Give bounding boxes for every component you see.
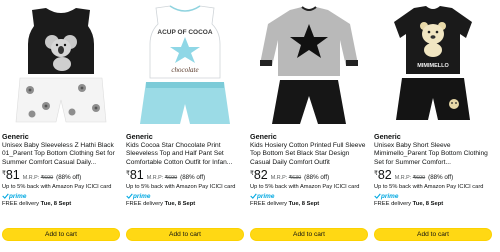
product-title[interactable]: Unisex Baby Sleeveless Z Hathi Black 01_… bbox=[2, 142, 120, 167]
delivery-prefix: FREE delivery bbox=[126, 201, 165, 207]
discount-text: (88% off) bbox=[180, 174, 206, 181]
bear-outfit-image: MIMIMELLO bbox=[394, 6, 472, 120]
delivery-date: Tue, 8 Sept bbox=[288, 201, 320, 207]
mrp-value: ₹630 bbox=[288, 175, 302, 181]
discount-text: (88% off) bbox=[56, 174, 82, 181]
prime-check-icon bbox=[126, 193, 133, 199]
prime-label: prime bbox=[133, 192, 151, 200]
cashback-offer: Up to 5% back with Amazon Pay ICICI card bbox=[126, 184, 236, 190]
product-card[interactable]: ACUP OF COCOA chocolate Generic Kids Coc… bbox=[126, 0, 244, 252]
cashback-offer: Up to 5% back with Amazon Pay ICICI card bbox=[250, 184, 360, 190]
delivery-prefix: FREE delivery bbox=[2, 201, 41, 207]
mrp-label: M.R.P: ₹699 bbox=[147, 175, 177, 181]
product-title[interactable]: Kids Cocoa Star Chocolate Print Sleevele… bbox=[126, 142, 244, 167]
prime-badge: prime bbox=[374, 192, 492, 200]
prime-label: prime bbox=[9, 192, 27, 200]
print-text: MIMIMELLO bbox=[417, 63, 449, 69]
prime-badge: prime bbox=[2, 192, 120, 200]
print-bottom-text: chocolate bbox=[171, 66, 198, 74]
delivery-date: Tue, 8 Sept bbox=[164, 201, 196, 207]
price-line: ₹ 82 M.R.P: ₹699 (88% off) bbox=[374, 169, 492, 182]
mrp-value: ₹699 bbox=[164, 175, 178, 181]
price-line: ₹ 81 M.R.P: ₹699 (88% off) bbox=[2, 169, 120, 182]
product-brand: Generic bbox=[250, 132, 277, 141]
grey-star-outfit-image bbox=[260, 6, 358, 124]
prime-label: prime bbox=[381, 192, 399, 200]
delivery-info: FREE delivery Tue, 8 Sept bbox=[250, 201, 368, 208]
mrp-label: M.R.P: ₹699 bbox=[395, 175, 425, 181]
prime-check-icon bbox=[374, 193, 381, 199]
prime-badge: prime bbox=[250, 192, 368, 200]
delivery-info: FREE delivery Tue, 8 Sept bbox=[374, 201, 492, 208]
add-to-cart-button[interactable]: Add to cart bbox=[374, 228, 492, 241]
mrp-value: ₹699 bbox=[40, 175, 54, 181]
delivery-prefix: FREE delivery bbox=[374, 201, 413, 207]
delivery-date: Tue, 8 Sept bbox=[40, 201, 72, 207]
product-grid: Generic Unisex Baby Sleeveless Z Hathi B… bbox=[0, 0, 500, 252]
price-line: ₹ 81 M.R.P: ₹699 (88% off) bbox=[126, 169, 244, 182]
price-line: ₹ 82 M.R.P: ₹630 (88% off) bbox=[250, 169, 368, 182]
add-to-cart-button[interactable]: Add to cart bbox=[250, 228, 368, 241]
cocoa-star-outfit-image: ACUP OF COCOA chocolate bbox=[140, 5, 230, 124]
add-to-cart-button[interactable]: Add to cart bbox=[126, 228, 244, 241]
product-card[interactable]: Generic Unisex Baby Sleeveless Z Hathi B… bbox=[2, 0, 120, 252]
prime-check-icon bbox=[250, 193, 257, 199]
prime-check-icon bbox=[2, 193, 9, 199]
discount-text: (88% off) bbox=[304, 174, 330, 181]
cashback-offer: Up to 5% back with Amazon Pay ICICI card bbox=[2, 184, 112, 190]
product-image[interactable]: MIMIMELLO bbox=[374, 4, 492, 128]
product-price: 81 bbox=[5, 168, 20, 182]
delivery-info: FREE delivery Tue, 8 Sept bbox=[126, 201, 244, 208]
product-brand: Generic bbox=[374, 132, 401, 141]
product-image[interactable] bbox=[250, 4, 368, 128]
product-price: 81 bbox=[129, 168, 144, 182]
product-image[interactable]: ACUP OF COCOA chocolate bbox=[126, 4, 244, 128]
product-brand: Generic bbox=[2, 132, 29, 141]
prime-badge: prime bbox=[126, 192, 244, 200]
mrp-label-text: M.R.P: bbox=[22, 175, 40, 181]
discount-text: (88% off) bbox=[428, 174, 454, 181]
add-to-cart-button[interactable]: Add to cart bbox=[2, 228, 120, 241]
product-brand: Generic bbox=[126, 132, 153, 141]
mrp-label: M.R.P: ₹699 bbox=[23, 175, 53, 181]
mrp-label-text: M.R.P: bbox=[270, 175, 288, 181]
prime-label: prime bbox=[257, 192, 275, 200]
print-top-text: ACUP OF COCOA bbox=[157, 29, 212, 36]
mrp-label: M.R.P: ₹630 bbox=[271, 175, 301, 181]
product-card[interactable]: MIMIMELLO Generic Unisex Baby Short Slee… bbox=[374, 0, 492, 252]
delivery-prefix: FREE delivery bbox=[250, 201, 289, 207]
delivery-info: FREE delivery Tue, 8 Sept bbox=[2, 201, 120, 208]
product-title[interactable]: Unisex Baby Short Sleeve Mimimello_Paren… bbox=[374, 142, 492, 167]
koala-outfit-image bbox=[15, 8, 107, 123]
product-price: 82 bbox=[377, 168, 392, 182]
mrp-label-text: M.R.P: bbox=[146, 175, 164, 181]
product-card[interactable]: Generic Kids Hosiery Cotton Printed Full… bbox=[250, 0, 368, 252]
product-image[interactable] bbox=[2, 4, 120, 128]
cashback-offer: Up to 5% back with Amazon Pay ICICI card bbox=[374, 184, 484, 190]
delivery-date: Tue, 8 Sept bbox=[412, 201, 444, 207]
mrp-label-text: M.R.P: bbox=[394, 175, 412, 181]
mrp-value: ₹699 bbox=[412, 175, 426, 181]
product-title[interactable]: Kids Hosiery Cotton Printed Full Sleeve … bbox=[250, 142, 368, 167]
product-price: 82 bbox=[253, 168, 268, 182]
